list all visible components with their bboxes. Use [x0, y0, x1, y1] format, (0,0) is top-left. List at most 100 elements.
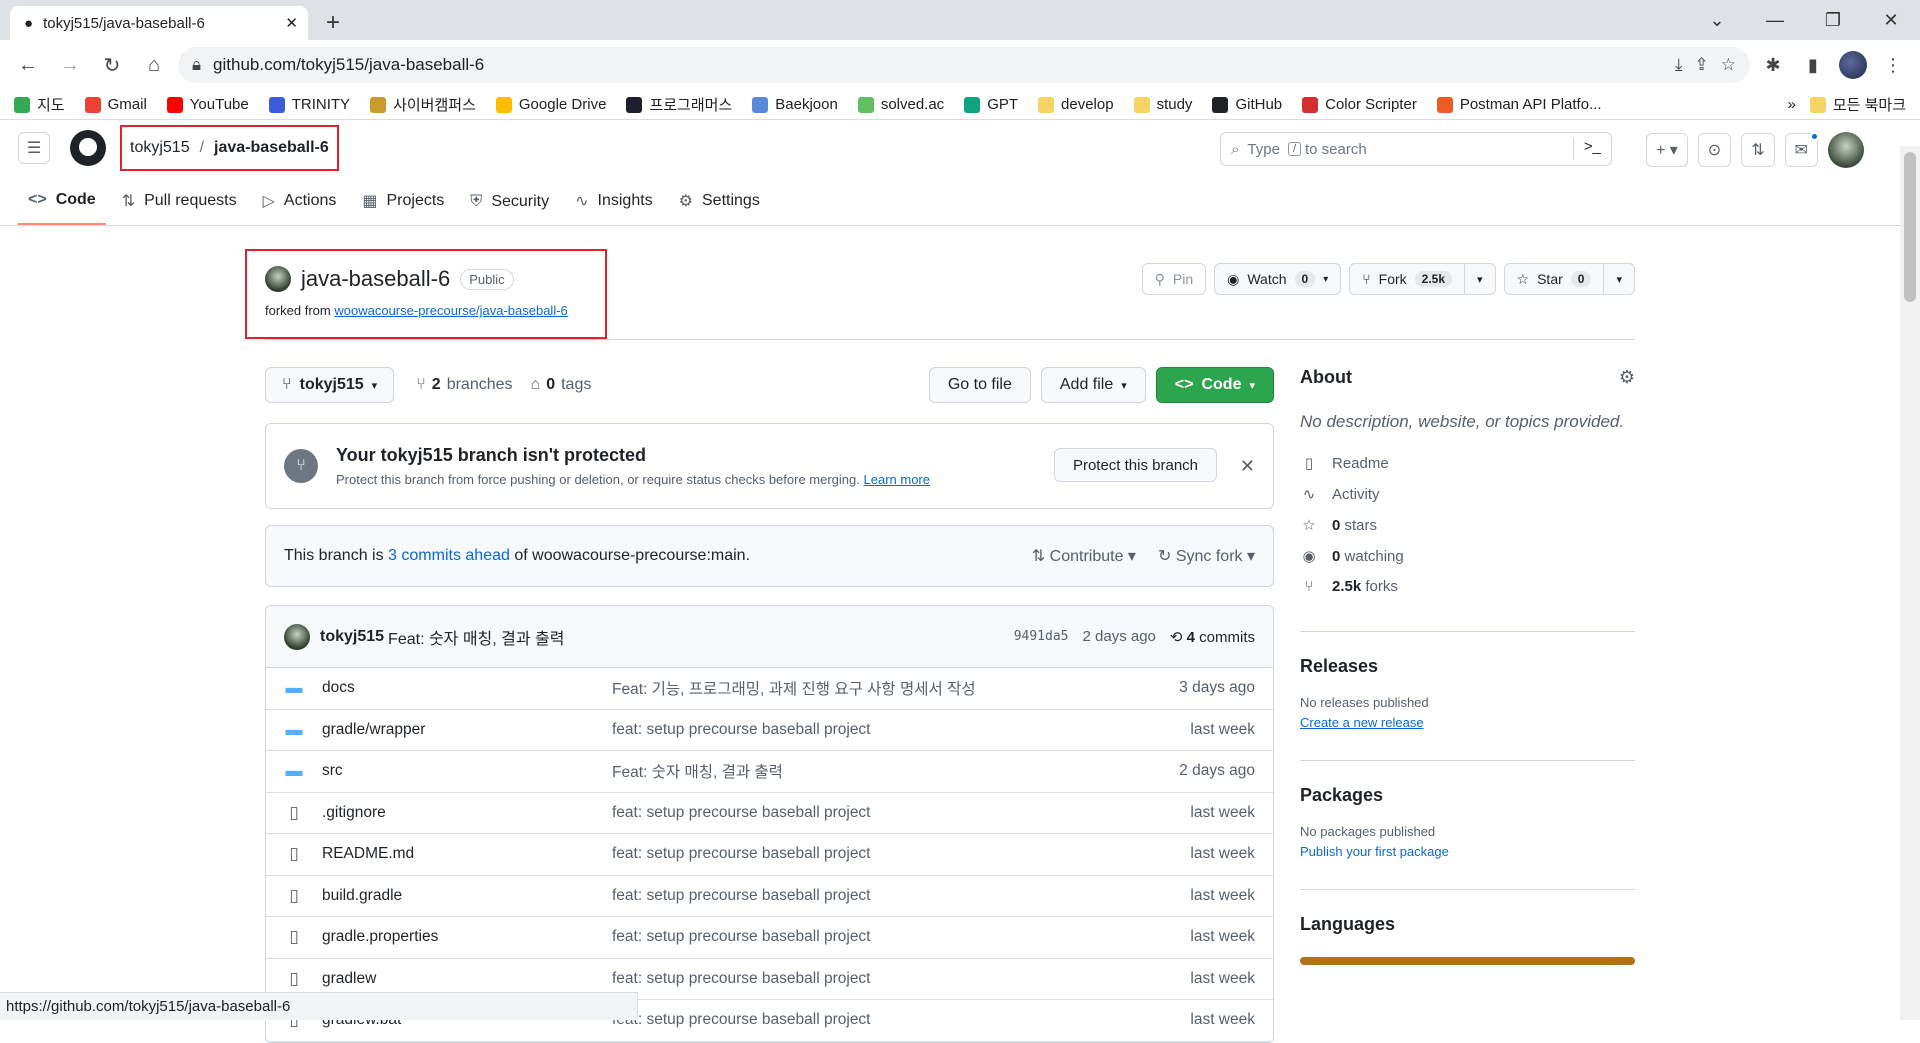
bookmark-item[interactable]: GPT: [964, 96, 1018, 113]
repo-title[interactable]: java-baseball-6: [301, 266, 450, 292]
file-row[interactable]: ▬gradle/wrapperfeat: setup precourse bas…: [266, 710, 1273, 752]
sync-fork-button[interactable]: ↻ Sync fork ▾: [1158, 546, 1255, 566]
file-commit-message[interactable]: feat: setup precourse baseball project: [612, 928, 1190, 946]
file-commit-message[interactable]: feat: setup precourse baseball project: [612, 804, 1190, 822]
protect-branch-button[interactable]: Protect this branch: [1054, 448, 1217, 482]
inbox-icon[interactable]: ✉: [1785, 133, 1818, 167]
bookmark-item[interactable]: develop: [1038, 96, 1114, 113]
bookmark-item[interactable]: 사이버캠퍼스: [370, 94, 476, 115]
activity-link[interactable]: ∿Activity: [1300, 485, 1635, 503]
file-name[interactable]: gradlew: [322, 970, 612, 988]
forked-from-link[interactable]: woowacourse-precourse/java-baseball-6: [334, 303, 567, 318]
address-bar[interactable]: 🔒︎ github.com/tokyj515/java-baseball-6 ⤓…: [178, 47, 1750, 83]
file-commit-message[interactable]: feat: setup precourse baseball project: [612, 970, 1190, 988]
bookmark-item[interactable]: Color Scripter: [1302, 96, 1417, 113]
bookmark-item[interactable]: 지도: [14, 94, 65, 115]
file-commit-message[interactable]: Feat: 숫자 매칭, 결과 출력: [612, 760, 1179, 782]
bookmark-item[interactable]: Postman API Platfo...: [1437, 96, 1602, 113]
tab-insights[interactable]: ∿Insights: [565, 191, 663, 225]
bookmarks-more-button[interactable]: »: [1787, 96, 1795, 113]
hamburger-menu-icon[interactable]: ☰: [18, 132, 50, 164]
bookmark-item[interactable]: solved.ac: [858, 96, 944, 113]
gear-icon[interactable]: ⚙: [1619, 367, 1635, 388]
pull-requests-icon[interactable]: ⇅: [1741, 133, 1774, 167]
create-new-button[interactable]: + ▾: [1646, 133, 1688, 167]
command-palette-icon[interactable]: >_: [1573, 138, 1601, 160]
file-name[interactable]: .gitignore: [322, 804, 612, 822]
add-file-button[interactable]: Add file▾: [1041, 367, 1146, 403]
releases-title[interactable]: Releases: [1300, 656, 1635, 677]
page-scrollbar[interactable]: [1900, 146, 1920, 1020]
bookmark-item[interactable]: Google Drive: [496, 96, 607, 113]
file-name[interactable]: src: [322, 762, 612, 780]
search-input[interactable]: ⌕ Type / to search >_: [1220, 132, 1612, 166]
publish-package-link[interactable]: Publish your first package: [1300, 844, 1635, 859]
file-name[interactable]: gradle/wrapper: [322, 721, 612, 739]
file-commit-message[interactable]: feat: setup precourse baseball project: [612, 845, 1190, 863]
bookmark-item[interactable]: TRINITY: [269, 96, 350, 113]
tab-actions[interactable]: ▷Actions: [253, 191, 347, 225]
close-window-button[interactable]: ✕: [1862, 0, 1920, 40]
tab-close-icon[interactable]: ✕: [285, 14, 298, 32]
bookmark-item[interactable]: study: [1134, 96, 1193, 113]
learn-more-link[interactable]: Learn more: [864, 472, 930, 487]
bookmark-item[interactable]: GitHub: [1212, 96, 1282, 113]
file-name[interactable]: build.gradle: [322, 887, 612, 905]
file-commit-message[interactable]: feat: setup precourse baseball project: [612, 1011, 1190, 1029]
file-row[interactable]: ▬srcFeat: 숫자 매칭, 결과 출력2 days ago: [266, 751, 1273, 793]
contribute-button[interactable]: ⇅ Contribute ▾: [1032, 546, 1136, 566]
pin-button[interactable]: ⚲Pin: [1142, 263, 1207, 295]
commits-ahead-link[interactable]: 3 commits ahead: [388, 547, 510, 565]
browser-tab[interactable]: ● tokyj515/java-baseball-6 ✕: [10, 6, 308, 40]
fork-button[interactable]: ⑂Fork2.5k▾: [1349, 263, 1495, 295]
tab-code[interactable]: <>Code: [18, 191, 106, 225]
extensions-icon[interactable]: ✱: [1756, 48, 1790, 82]
branches-link[interactable]: ⑂2branches: [416, 376, 512, 394]
commit-history-link[interactable]: ⟲ 4 commits: [1170, 628, 1255, 646]
home-button[interactable]: ⌂: [136, 47, 172, 83]
dismiss-close-icon[interactable]: ✕: [1240, 456, 1255, 477]
forks-link[interactable]: ⑂2.5k forks: [1300, 578, 1635, 595]
tab-search-icon[interactable]: ⌄: [1688, 0, 1746, 40]
forward-button[interactable]: →: [52, 47, 88, 83]
reload-button[interactable]: ↻: [94, 47, 130, 83]
commit-author[interactable]: tokyj515: [320, 628, 384, 646]
readme-link[interactable]: ▯Readme: [1300, 454, 1635, 472]
bookmark-item[interactable]: YouTube: [167, 96, 249, 113]
all-bookmarks-button[interactable]: 모든 북마크: [1810, 94, 1906, 115]
restore-button[interactable]: ❐: [1804, 0, 1862, 40]
scrollbar-thumb[interactable]: [1904, 152, 1916, 302]
github-logo-icon[interactable]: [70, 130, 106, 166]
breadcrumb-repo[interactable]: java-baseball-6: [214, 139, 329, 157]
bookmark-item[interactable]: Gmail: [85, 96, 147, 113]
tags-link[interactable]: ⌂0tags: [531, 376, 592, 394]
new-tab-button[interactable]: +: [316, 6, 350, 40]
back-button[interactable]: ←: [10, 47, 46, 83]
bookmark-item[interactable]: 프로그래머스: [626, 94, 732, 115]
file-commit-message[interactable]: feat: setup precourse baseball project: [612, 721, 1190, 739]
file-name[interactable]: README.md: [322, 845, 612, 863]
create-release-link[interactable]: Create a new release: [1300, 715, 1635, 730]
share-icon[interactable]: ⇪: [1695, 55, 1709, 75]
file-row[interactable]: ▯build.gradlefeat: setup precourse baseb…: [266, 876, 1273, 918]
file-commit-message[interactable]: feat: setup precourse baseball project: [612, 887, 1190, 905]
issues-icon[interactable]: ⊙: [1698, 133, 1731, 167]
tab-pull-requests[interactable]: ⇅Pull requests: [112, 191, 247, 225]
branch-select-button[interactable]: ⑂tokyj515▾: [265, 367, 394, 403]
bookmark-item[interactable]: Baekjoon: [752, 96, 838, 113]
bookmark-star-icon[interactable]: ☆: [1721, 55, 1736, 75]
watch-button[interactable]: ◉Watch0▾: [1214, 263, 1341, 295]
profile-button[interactable]: [1836, 48, 1870, 82]
file-name[interactable]: gradle.properties: [322, 928, 612, 946]
file-commit-message[interactable]: Feat: 기능, 프로그래밍, 과제 진행 요구 사항 명세서 작성: [612, 677, 1179, 699]
breadcrumb-owner[interactable]: tokyj515: [130, 139, 190, 157]
tab-settings[interactable]: ⚙Settings: [669, 191, 770, 225]
menu-icon[interactable]: ⋮: [1876, 48, 1910, 82]
watching-link[interactable]: ◉0 watching: [1300, 547, 1635, 565]
fork-dropdown-icon[interactable]: ▾: [1464, 264, 1495, 294]
user-avatar[interactable]: [1828, 132, 1864, 168]
code-button[interactable]: <>Code▾: [1156, 367, 1274, 403]
file-row[interactable]: ▯.gitignorefeat: setup precourse basebal…: [266, 793, 1273, 835]
minimize-button[interactable]: —: [1746, 0, 1804, 40]
file-row[interactable]: ▯gradle.propertiesfeat: setup precourse …: [266, 917, 1273, 959]
